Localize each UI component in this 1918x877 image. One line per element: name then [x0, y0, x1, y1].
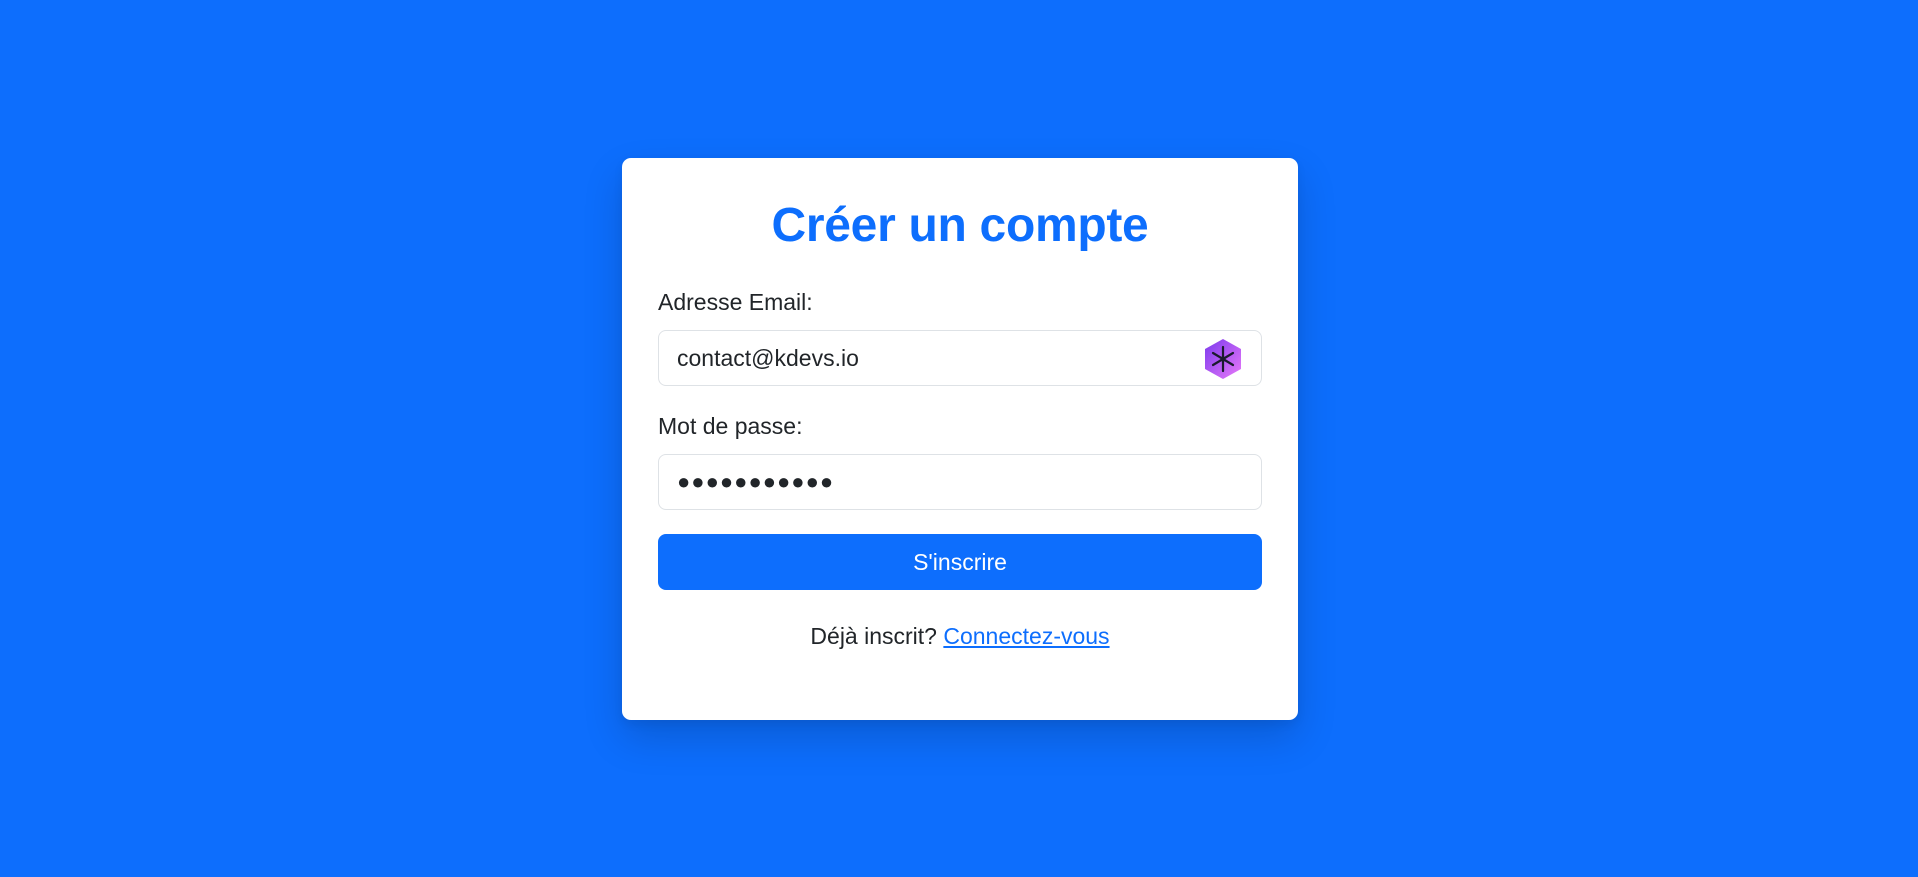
signup-button[interactable]: S'inscrire [658, 534, 1262, 590]
login-link[interactable]: Connectez-vous [943, 623, 1109, 649]
password-label: Mot de passe: [658, 413, 803, 439]
password-manager-icon[interactable] [1203, 338, 1243, 380]
email-field-wrapper [658, 330, 1262, 386]
email-label: Adresse Email: [658, 289, 813, 315]
signup-card: Créer un compte Adresse Email: contact@k… [622, 158, 1298, 720]
email-field[interactable] [659, 331, 1261, 385]
login-prompt-text: Déjà inscrit? [810, 623, 937, 649]
page-title: Créer un compte [771, 199, 1149, 252]
password-field[interactable]: ●●●●●●●●●●● [658, 454, 1262, 510]
login-prompt-line: Déjà inscrit? Connectez-vous [658, 620, 1262, 652]
password-mask: ●●●●●●●●●●● [677, 469, 835, 494]
